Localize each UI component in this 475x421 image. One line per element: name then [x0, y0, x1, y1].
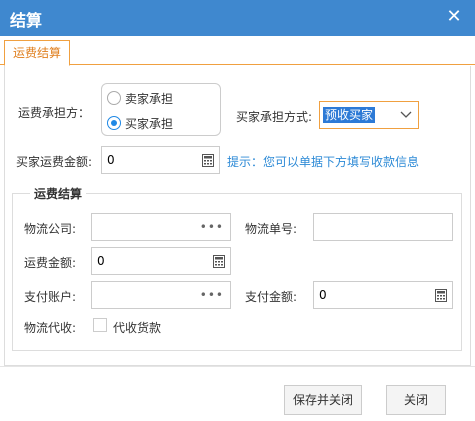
window-title: 结算: [10, 11, 43, 30]
tab-bar: 运费结算: [0, 37, 475, 66]
tab-freight-settlement[interactable]: 运费结算: [4, 40, 71, 66]
buyer-amount-input[interactable]: 0: [101, 146, 220, 174]
cod-label: 物流代收:: [24, 321, 77, 335]
radio-buyer-label: 买家承担: [125, 116, 174, 131]
buyer-mode-select[interactable]: 预收买家: [319, 101, 419, 129]
ellipsis-icon[interactable]: •••: [200, 221, 224, 233]
calculator-icon[interactable]: [435, 289, 447, 302]
buyer-mode-label: 买家承担方式:: [236, 110, 313, 124]
ellipsis-icon[interactable]: •••: [200, 289, 224, 301]
radio-seller[interactable]: [107, 91, 121, 105]
buyer-amount-value: 0: [107, 153, 115, 167]
tracking-number-label: 物流单号:: [245, 222, 298, 236]
calculator-icon[interactable]: [213, 255, 225, 268]
radio-buyer[interactable]: [107, 116, 121, 130]
pay-account-label: 支付账户:: [24, 290, 77, 304]
fieldset-legend: 运费结算: [30, 185, 87, 202]
radio-option-buyer[interactable]: 买家承担: [107, 113, 173, 133]
close-icon[interactable]: ✕: [443, 6, 465, 28]
freight-payer-radio-group: 卖家承担 买家承担: [101, 83, 221, 136]
title-bar: 结算 ✕: [0, 0, 475, 36]
pay-account-input[interactable]: •••: [91, 281, 231, 309]
freight-amount-label: 运费金额:: [24, 256, 77, 270]
buyer-amount-label: 买家运费金额:: [16, 155, 93, 169]
pay-amount-value: 0: [319, 288, 327, 302]
freight-amount-value: 0: [97, 254, 105, 268]
freight-payer-label: 运费承担方：: [18, 106, 91, 120]
radio-option-seller[interactable]: 卖家承担: [107, 88, 173, 108]
buyer-mode-value: 预收买家: [323, 107, 376, 123]
pay-amount-input[interactable]: 0: [313, 281, 453, 309]
freight-amount-input[interactable]: 0: [91, 247, 231, 275]
cod-checkbox-label[interactable]: 代收货款: [113, 319, 161, 336]
pay-amount-label: 支付金额:: [245, 290, 298, 304]
save-and-close-button[interactable]: 保存并关闭: [284, 385, 362, 415]
logistics-company-input[interactable]: •••: [91, 213, 231, 241]
close-button[interactable]: 关闭: [386, 385, 446, 415]
radio-seller-label: 卖家承担: [125, 91, 174, 106]
hint-text: 提示：您可以单据下方填写收款信息: [227, 155, 420, 169]
chevron-down-icon: [400, 111, 412, 118]
footer-divider: [0, 366, 475, 367]
calculator-icon[interactable]: [202, 154, 214, 167]
cod-checkbox[interactable]: [93, 318, 107, 332]
tracking-number-input[interactable]: [313, 213, 453, 241]
logistics-company-label: 物流公司:: [24, 222, 77, 236]
